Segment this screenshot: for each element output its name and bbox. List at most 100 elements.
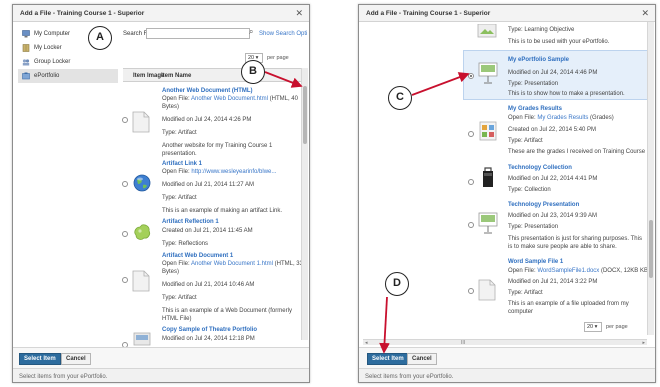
nav-label: Group Locker [34, 59, 71, 65]
item-description: HTML File) [162, 316, 192, 322]
group-locker-icon [22, 59, 30, 66]
item-modified: Modified on Jul 24, 2014 4:26 PM [162, 117, 252, 123]
item-open-file: Open File: Another Web Document 1.html (… [162, 261, 303, 267]
presentation-icon [478, 62, 498, 84]
item-open-file: Open File: http://www.wesleyearinfo/blwe… [162, 169, 277, 175]
horizontal-scrollbar[interactable]: ◂ III ▸ [363, 339, 647, 346]
item-modified: Modified on Jul 23, 2014 9:39 AM [508, 213, 598, 219]
item-title[interactable]: My ePortfolio Sample [508, 57, 569, 63]
vertical-scrollbar[interactable] [647, 22, 654, 335]
scroll-left-icon[interactable]: ◂ [365, 340, 368, 346]
collection-binder-icon [483, 167, 493, 187]
open-file-link[interactable]: My Grades Results [537, 115, 588, 121]
item-modified: Modified on Jul 21, 2014 10:46 AM [162, 282, 255, 288]
item-description: This presentation is just for sharing pu… [508, 236, 642, 242]
computer-icon [22, 30, 30, 38]
nav-eportfolio[interactable]: ePortfolio [18, 69, 118, 83]
add-file-dialog-left: Add a File - Training Course 1 - Superio… [12, 4, 310, 383]
item-modified: Created on Jul 21, 2014 11:45 AM [162, 228, 253, 234]
reflection-icon [134, 224, 151, 240]
item-description: This is an example of making an artifact… [162, 208, 283, 214]
select-radio[interactable] [122, 277, 128, 283]
locker-icon [22, 44, 30, 52]
dialog-title: Add a File - Training Course 1 - Superio… [366, 10, 491, 17]
item-title[interactable]: Artifact Link 1 [162, 161, 202, 167]
status-bar: Select items from your ePortfolio. [359, 368, 655, 382]
select-radio[interactable] [122, 117, 128, 123]
scroll-grip-icon[interactable]: III [461, 340, 465, 346]
item-modified: Modified on Jul 21, 2014 11:27 AM [162, 182, 254, 188]
search-icon[interactable]: ⌕ [249, 27, 253, 37]
item-modified: Modified on Jul 21, 2014 3:22 PM [508, 279, 598, 285]
close-icon[interactable]: ✕ [295, 8, 303, 19]
item-type: Type: Presentation [508, 224, 559, 230]
col-item-image: Item Image [133, 73, 165, 79]
item-type: Type: Artifact [162, 195, 197, 201]
item-type: Type: Reflections [162, 241, 209, 247]
scroll-right-icon[interactable]: ▸ [642, 340, 645, 346]
item-size-cont: Bytes) [162, 269, 180, 275]
show-search-options-link[interactable]: Show Search Opti [259, 31, 307, 37]
item-size-cont: Bytes) [162, 104, 180, 110]
select-radio[interactable] [122, 231, 128, 237]
document-icon [132, 270, 150, 292]
item-title[interactable]: Copy Sample of Theatre Portfolio [162, 327, 257, 333]
cancel-button[interactable]: Cancel [407, 353, 437, 365]
item-modified: Modified on Jul 22, 2014 4:41 PM [508, 176, 598, 182]
globe-icon [133, 174, 151, 192]
select-radio[interactable] [468, 288, 474, 294]
select-item-button[interactable]: Select Item [19, 353, 61, 365]
select-radio[interactable] [122, 181, 128, 187]
table-header: Item Image Item Name [123, 68, 303, 82]
nav-group-locker[interactable]: Group Locker [18, 55, 118, 69]
item-title[interactable]: Artifact Reflection 1 [162, 219, 219, 225]
callout-d: D [385, 272, 409, 296]
item-title[interactable]: Technology Collection [508, 165, 572, 171]
vertical-scrollbar[interactable] [301, 68, 308, 340]
portfolio-thumbnail-icon [133, 332, 151, 346]
per-page-value: 20 [587, 324, 594, 330]
scrollbar-thumb[interactable] [649, 220, 653, 278]
item-type: Type: Artifact [162, 295, 197, 301]
item-title[interactable]: Another Web Document (HTML) [162, 88, 253, 94]
item-description: is to make sure people are able to share… [508, 244, 617, 250]
item-type: Type: Learning Objective [508, 27, 575, 33]
per-page-select[interactable]: 20 ▾ [584, 322, 602, 332]
status-text: Select items from your ePortfolio. [365, 374, 454, 380]
cancel-button[interactable]: Cancel [61, 353, 91, 365]
item-description: This is an example of a file uploaded fr… [508, 301, 629, 307]
scrollbar-thumb[interactable] [303, 86, 307, 144]
select-radio[interactable] [468, 73, 474, 79]
per-page-label: per page [606, 324, 628, 330]
nav-label: My Computer [34, 31, 71, 37]
nav-label: ePortfolio [34, 73, 60, 79]
open-file-link[interactable]: Another Web Document.html [191, 96, 268, 102]
select-radio[interactable] [468, 131, 474, 137]
col-item-name[interactable]: Item Name [161, 73, 191, 79]
item-title[interactable]: Word Sample File 1 [508, 259, 563, 265]
select-item-button[interactable]: Select Item [367, 353, 409, 365]
item-open-file: Open File: WordSampleFile1.docx (DOCX, 1… [508, 268, 650, 274]
dialog-button-bar: Select Item Cancel [13, 347, 309, 369]
select-radio[interactable] [468, 179, 474, 185]
open-file-link[interactable]: Another Web Document 1.html [191, 261, 273, 267]
open-file-link[interactable]: WordSampleFile1.docx [537, 268, 599, 274]
item-open-file: Open File: Another Web Document.html (HT… [162, 96, 298, 102]
callout-c: C [388, 86, 412, 110]
dialog-title: Add a File - Training Course 1 - Superio… [20, 10, 145, 17]
item-type: Type: Collection [508, 187, 551, 193]
close-icon[interactable]: ✕ [641, 8, 649, 19]
item-type: Type: Presentation [508, 81, 559, 87]
open-file-link[interactable]: http://www.wesleyearinfo/blwe... [191, 169, 276, 175]
search-input[interactable] [146, 28, 250, 39]
callout-a: A [88, 26, 112, 50]
item-type: Type: Artifact [508, 290, 543, 296]
item-title[interactable]: Technology Presentation [508, 202, 579, 208]
item-description: Another website for my Training Course 1 [162, 143, 273, 149]
item-title[interactable]: My Grades Results [508, 106, 562, 112]
item-description: This is to be used with your ePortfolio. [508, 39, 610, 45]
item-title[interactable]: Artifact Web Document 1 [162, 253, 233, 259]
item-description: presentation. [162, 151, 197, 157]
item-modified: Modified on Jul 24, 2014 4:46 PM [508, 70, 598, 76]
select-radio[interactable] [468, 222, 474, 228]
